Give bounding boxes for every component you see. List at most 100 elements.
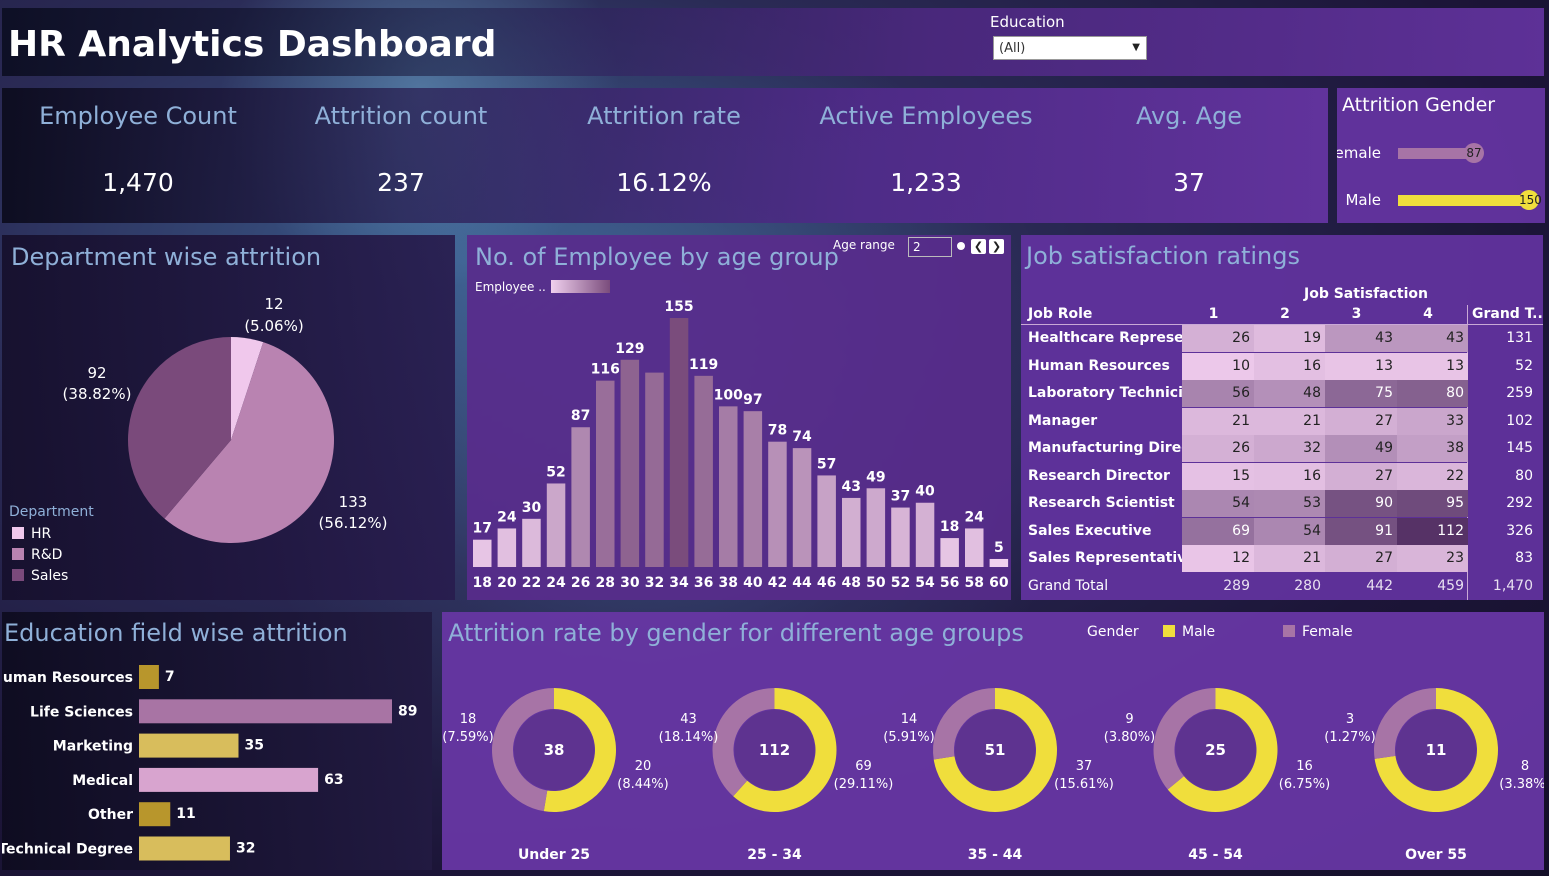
pie-label-sales-count: 92	[87, 364, 106, 382]
age-bar[interactable]	[965, 528, 984, 567]
table-cell[interactable]: 95	[1397, 490, 1468, 517]
age-bar[interactable]	[473, 539, 492, 567]
table-cell[interactable]: 27	[1325, 407, 1397, 435]
x-tick-label: 38	[719, 575, 738, 591]
table-cell[interactable]: 54	[1182, 490, 1254, 517]
legend-label-sales[interactable]: Sales	[31, 568, 68, 584]
gender-bar[interactable]	[1398, 195, 1529, 206]
donut-total-label: 38	[544, 741, 565, 759]
age-bar[interactable]	[719, 406, 738, 567]
kpi-employee-count: Employee Count 1,470	[6, 88, 270, 223]
table-cell[interactable]: 21	[1254, 407, 1325, 435]
table-cell[interactable]: 26	[1182, 325, 1254, 352]
age-bar[interactable]	[497, 528, 517, 567]
age-bar[interactable]	[866, 488, 886, 567]
table-cell[interactable]: 112	[1397, 517, 1468, 545]
age-bar[interactable]	[768, 441, 787, 567]
table-cell[interactable]: 26	[1182, 435, 1254, 462]
chevron-down-icon[interactable]: ▼	[1132, 42, 1140, 53]
age-bar[interactable]	[989, 558, 1009, 567]
column-header: 2	[1280, 306, 1290, 322]
legend-label-rd[interactable]: R&D	[31, 547, 62, 563]
age-group-bar-chart: 17 18 24 20 30 22 52 24 87 26 116 28 129 30 32 155 34 119…	[473, 299, 1009, 591]
table-cell[interactable]: 27	[1325, 462, 1397, 490]
education-bar[interactable]	[139, 699, 392, 724]
panel-title: Attrition Gender	[1342, 94, 1496, 116]
bar-value-label: 150	[1519, 190, 1542, 210]
table-cell[interactable]: 49	[1325, 435, 1397, 462]
age-bar[interactable]	[645, 372, 664, 567]
table-cell[interactable]: 38	[1397, 435, 1468, 462]
table-cell[interactable]: 21	[1182, 407, 1254, 435]
job-satisfaction-panel: Job satisfaction ratings Job Satisfactio…	[1021, 235, 1543, 600]
age-bar[interactable]	[891, 507, 910, 567]
age-bar[interactable]	[940, 538, 959, 567]
education-bar[interactable]	[139, 802, 171, 827]
table-cell[interactable]: 10	[1182, 352, 1254, 380]
age-bar[interactable]	[694, 375, 713, 567]
bar-value-label: 49	[866, 469, 885, 485]
age-bar[interactable]	[817, 475, 836, 567]
age-group-label: 25 - 34	[747, 847, 802, 863]
table-cell[interactable]: 19	[1254, 325, 1325, 352]
female-pct-label: (18.14%)	[659, 730, 719, 745]
table-cell[interactable]: 16	[1254, 462, 1325, 490]
table-row-total: 102	[1506, 412, 1533, 429]
table-cell[interactable]: 54	[1254, 517, 1325, 545]
table-cell[interactable]: 91	[1325, 517, 1397, 545]
table-cell[interactable]: 33	[1397, 407, 1468, 435]
table-cell[interactable]: 43	[1325, 325, 1397, 352]
education-filter-dropdown[interactable]: (All) ▼	[993, 36, 1147, 60]
x-tick-label: 26	[571, 575, 590, 591]
age-bar[interactable]	[669, 318, 689, 567]
table-cell[interactable]: 27	[1325, 545, 1397, 572]
kpi-label: Active Employees	[819, 102, 1033, 130]
grand-total-cell: 289	[1223, 577, 1250, 594]
kpi-active-employees: Active Employees 1,233	[794, 88, 1058, 223]
table-cell[interactable]: 69	[1182, 517, 1254, 545]
table-row-label: Research Scientist	[1028, 495, 1175, 511]
bar-value-label: 52	[546, 464, 565, 480]
table-cell[interactable]: 22	[1397, 462, 1468, 490]
table-cell[interactable]: 56	[1182, 380, 1254, 407]
age-group-label: Under 25	[518, 847, 590, 863]
table-cell[interactable]: 15	[1182, 462, 1254, 490]
table-cell[interactable]: 43	[1397, 325, 1468, 352]
bar-label: Female	[1337, 144, 1381, 162]
table-cell[interactable]: 13	[1397, 352, 1468, 380]
age-bar[interactable]	[522, 518, 541, 567]
age-bar[interactable]	[620, 359, 640, 567]
table-cell[interactable]: 53	[1254, 490, 1325, 517]
age-bar[interactable]	[842, 497, 861, 567]
table-cell[interactable]: 16	[1254, 352, 1325, 380]
table-cell[interactable]: 80	[1397, 380, 1468, 407]
age-bar[interactable]	[915, 502, 935, 567]
legend-swatch-hr	[12, 527, 24, 539]
education-bar[interactable]	[139, 665, 159, 689]
table-cell[interactable]: 23	[1397, 545, 1468, 572]
table-cell[interactable]: 75	[1325, 380, 1397, 407]
age-bar[interactable]	[596, 380, 615, 567]
female-pct-label: (1.27%)	[1324, 730, 1375, 745]
education-filter-value: (All)	[999, 41, 1026, 56]
female-count-label: 9	[1125, 712, 1133, 727]
age-bar[interactable]	[546, 483, 566, 567]
table-cell[interactable]: 48	[1254, 380, 1325, 407]
table-cell[interactable]: 90	[1325, 490, 1397, 517]
male-count-label: 37	[1076, 759, 1093, 774]
table-cell[interactable]: 32	[1254, 435, 1325, 462]
education-bar[interactable]	[139, 733, 239, 758]
age-bar[interactable]	[743, 411, 763, 567]
education-bar[interactable]	[139, 767, 319, 792]
gender-bar-row-male[interactable]: Male 150	[1337, 190, 1545, 211]
table-cell[interactable]: 13	[1325, 352, 1397, 380]
bar-value-label: 63	[324, 772, 343, 788]
legend-label-hr[interactable]: HR	[31, 526, 52, 542]
age-bar[interactable]	[792, 448, 812, 567]
table-cell[interactable]: 12	[1182, 545, 1254, 572]
table-cell[interactable]: 21	[1254, 545, 1325, 572]
education-bar[interactable]	[139, 836, 230, 861]
gender-bar-row-female[interactable]: Female 87	[1337, 143, 1545, 164]
gender-bar[interactable]	[1398, 148, 1474, 159]
age-bar[interactable]	[571, 427, 590, 567]
